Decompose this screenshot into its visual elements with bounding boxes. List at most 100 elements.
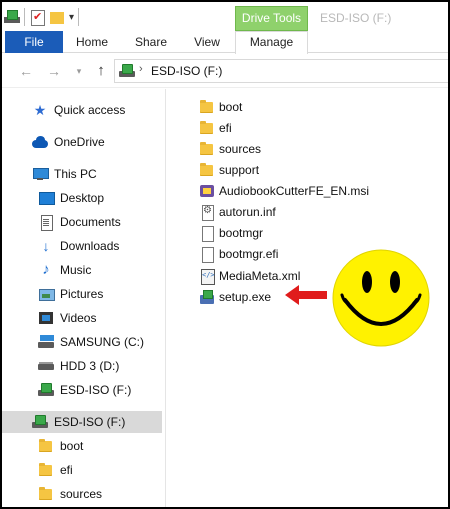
folder-icon <box>38 462 54 478</box>
nav-label: Documents <box>60 215 121 229</box>
nav-quick-access[interactable]: ★ Quick access <box>2 99 162 121</box>
list-item[interactable]: bootmgr <box>199 223 263 243</box>
list-item[interactable]: sources <box>199 139 261 159</box>
explorer-window: ▾ Drive Tools ESD-ISO (F:) File Home Sha… <box>0 0 450 509</box>
drive-icon <box>38 358 54 374</box>
drive-windows-icon <box>38 334 54 350</box>
file-name: sources <box>219 142 262 156</box>
nav-label: Pictures <box>60 287 104 301</box>
folder-icon <box>199 120 215 136</box>
list-item[interactable]: AudiobookCutterFE_EN.msi <box>199 181 369 201</box>
folder-icon <box>199 141 215 157</box>
nav-downloads[interactable]: ↓ Downloads <box>2 235 162 257</box>
new-folder-icon[interactable] <box>49 9 65 25</box>
list-item[interactable]: efi <box>199 118 232 138</box>
documents-icon <box>38 214 54 231</box>
back-arrow-icon[interactable]: ← <box>17 62 35 80</box>
quick-access-toolbar: ▾ <box>4 6 80 28</box>
star-icon: ★ <box>33 102 47 118</box>
list-item[interactable]: support <box>199 160 259 180</box>
setup-icon <box>199 289 215 305</box>
nav-drive-c[interactable]: SAMSUNG (C:) <box>2 331 162 353</box>
file-name: support <box>219 163 260 177</box>
nav-label: Desktop <box>60 191 105 205</box>
file-icon <box>199 225 215 242</box>
tab-file[interactable]: File <box>5 31 63 53</box>
navigation-bar: ← → ▾ ↑ › ESD-ISO (F:) <box>2 54 448 88</box>
nav-this-pc[interactable]: This PC <box>2 163 162 185</box>
downloads-icon: ↓ <box>42 238 50 254</box>
pictures-icon <box>38 286 55 302</box>
nav-onedrive[interactable]: OneDrive <box>2 131 162 153</box>
nav-folder-boot[interactable]: boot <box>2 435 162 457</box>
tab-view[interactable]: View <box>192 31 222 53</box>
nav-label: ESD-ISO (F:) <box>60 383 132 397</box>
nav-label: Videos <box>60 311 97 325</box>
nav-label: HDD 3 (D:) <box>60 359 120 373</box>
nav-desktop[interactable]: Desktop <box>2 187 162 209</box>
folder-icon <box>38 486 54 502</box>
nav-selected-drive-f[interactable]: ESD-ISO (F:) <box>2 411 162 433</box>
list-item[interactable]: boot <box>199 97 242 117</box>
nav-music[interactable]: ♪ Music <box>2 259 162 281</box>
file-icon <box>199 246 215 263</box>
address-bar[interactable]: › ESD-ISO (F:) <box>114 59 448 83</box>
nav-folder-sources[interactable]: sources <box>2 483 162 505</box>
nav-label: SAMSUNG (C:) <box>60 335 144 349</box>
settings-file-icon <box>199 204 215 221</box>
xml-icon <box>199 268 215 285</box>
list-item[interactable]: autorun.inf <box>199 202 276 222</box>
address-path[interactable]: ESD-ISO (F:) <box>151 64 222 78</box>
computer-icon <box>32 166 49 182</box>
properties-icon[interactable] <box>29 9 45 26</box>
separator <box>24 8 25 26</box>
nav-label: efi <box>60 463 73 477</box>
folder-icon <box>199 162 215 178</box>
nav-label: Downloads <box>60 239 120 253</box>
folder-icon <box>199 99 215 115</box>
red-arrow-icon <box>285 285 327 305</box>
nav-drive-d[interactable]: HDD 3 (D:) <box>2 355 162 377</box>
music-icon: ♪ <box>42 261 50 278</box>
msi-icon <box>199 183 215 199</box>
folder-icon <box>38 438 54 454</box>
file-name: autorun.inf <box>219 205 276 219</box>
nav-label: This PC <box>54 167 97 181</box>
file-name: boot <box>219 100 243 114</box>
desktop-icon <box>38 190 55 206</box>
cloud-icon <box>32 134 48 150</box>
file-name: bootmgr <box>219 226 264 240</box>
file-name: bootmgr.efi <box>219 247 279 261</box>
ribbon-tabs: File Home Share View Manage <box>2 31 448 54</box>
drive-icon[interactable] <box>4 9 20 25</box>
list-item[interactable]: bootmgr.efi <box>199 244 278 264</box>
tab-home[interactable]: Home <box>76 31 108 53</box>
drive-green-icon <box>38 382 54 398</box>
nav-drive-f[interactable]: ESD-ISO (F:) <box>2 379 162 401</box>
nav-pictures[interactable]: Pictures <box>2 283 162 305</box>
forward-arrow-icon[interactable]: → <box>45 62 63 80</box>
nav-documents[interactable]: Documents <box>2 211 162 233</box>
file-name: efi <box>219 121 232 135</box>
nav-label: sources <box>60 487 103 501</box>
nav-videos[interactable]: Videos <box>2 307 162 329</box>
breadcrumb-chevron-icon[interactable]: › <box>139 63 143 75</box>
nav-folder-efi[interactable]: efi <box>2 459 162 481</box>
nav-label: ESD-ISO (F:) <box>54 415 126 429</box>
drive-green-icon <box>119 63 135 79</box>
nav-label: boot <box>60 439 84 453</box>
nav-label: OneDrive <box>54 135 105 149</box>
contextual-tab-drive-tools: Drive Tools <box>235 6 308 31</box>
customize-toolbar-dropdown-icon[interactable]: ▾ <box>69 12 74 23</box>
list-item[interactable]: MediaMeta.xml <box>199 266 300 286</box>
nav-label: Music <box>60 263 92 277</box>
nav-label: Quick access <box>54 103 126 117</box>
tab-share[interactable]: Share <box>134 31 168 53</box>
list-item[interactable]: setup.exe <box>199 287 271 307</box>
file-name: setup.exe <box>219 290 272 304</box>
smiley-face-icon <box>332 249 430 347</box>
up-arrow-icon[interactable]: ↑ <box>92 62 110 80</box>
tab-manage[interactable]: Manage <box>235 31 308 54</box>
pane-divider[interactable] <box>165 89 166 507</box>
recent-locations-chevron-icon[interactable]: ▾ <box>70 62 88 80</box>
